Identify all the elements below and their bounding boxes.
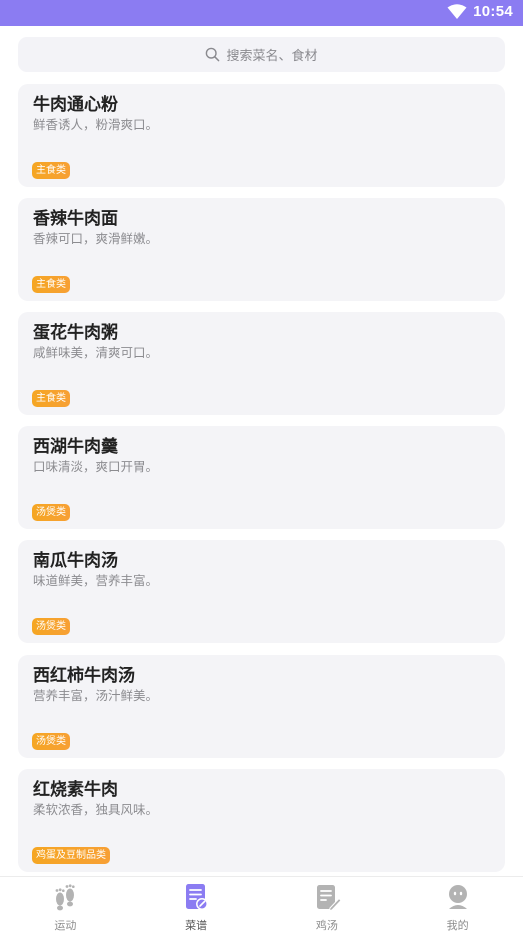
footprints-icon — [50, 882, 80, 912]
recipe-title: 牛肉通心粉 — [33, 95, 118, 115]
recipe-category-badge: 汤煲类 — [32, 733, 70, 750]
recipe-description: 鲜香诱人，粉滑爽口。 — [33, 117, 159, 132]
tab-label: 菜谱 — [185, 919, 208, 932]
recipe-category-badge: 汤煲类 — [32, 504, 70, 521]
recipe-book-icon — [181, 882, 211, 912]
recipe-card[interactable]: 香辣牛肉面 香辣可口，爽滑鲜嫩。 主食类 — [18, 198, 505, 301]
recipe-description: 咸鲜味美，清爽可口。 — [33, 345, 159, 360]
recipe-description: 香辣可口，爽滑鲜嫩。 — [33, 231, 159, 246]
recipe-card[interactable]: 西湖牛肉羹 口味清淡，爽口开胃。 汤煲类 — [18, 426, 505, 529]
status-time: 10:54 — [473, 3, 513, 20]
search-input[interactable]: 搜索菜名、食材 — [18, 37, 505, 72]
tab-exercise[interactable]: 运动 — [0, 877, 131, 932]
recipe-card[interactable]: 南瓜牛肉汤 味道鲜美，营养丰富。 汤煲类 — [18, 540, 505, 643]
recipe-card[interactable]: 红烧素牛肉 柔软浓香，独具风味。 鸡蛋及豆制品类 — [18, 769, 505, 872]
recipe-title: 红烧素牛肉 — [33, 780, 118, 800]
tab-label: 运动 — [54, 919, 77, 932]
bottom-tab-bar: 运动 菜谱 鸡汤 我的 — [0, 876, 523, 932]
search-placeholder: 搜索菜名、食材 — [226, 49, 318, 64]
recipe-title: 西湖牛肉羹 — [33, 437, 118, 457]
recipe-category-badge: 汤煲类 — [32, 618, 70, 635]
recipe-category-badge: 主食类 — [32, 276, 70, 293]
recipe-description: 味道鲜美，营养丰富。 — [33, 573, 159, 588]
recipe-title: 西红柿牛肉汤 — [33, 666, 135, 686]
status-icons: 10:54 — [447, 3, 513, 20]
status-bar: 10:54 — [0, 0, 523, 26]
recipe-card[interactable]: 西红柿牛肉汤 营养丰富，汤汁鲜美。 汤煲类 — [18, 655, 505, 758]
article-edit-icon — [312, 882, 342, 912]
recipe-card[interactable]: 蛋花牛肉粥 咸鲜味美，清爽可口。 主食类 — [18, 312, 505, 415]
tab-articles[interactable]: 鸡汤 — [262, 877, 393, 932]
recipe-title: 香辣牛肉面 — [33, 209, 118, 229]
recipe-card[interactable]: 牛肉通心粉 鲜香诱人，粉滑爽口。 主食类 — [18, 84, 505, 187]
tab-profile[interactable]: 我的 — [392, 877, 523, 932]
tab-recipes[interactable]: 菜谱 — [131, 877, 262, 932]
recipe-title: 蛋花牛肉粥 — [33, 323, 118, 343]
recipe-description: 营养丰富，汤汁鲜美。 — [33, 688, 159, 703]
recipe-description: 口味清淡，爽口开胃。 — [33, 459, 159, 474]
profile-icon — [443, 882, 473, 912]
tab-label: 鸡汤 — [315, 919, 338, 932]
recipe-description: 柔软浓香，独具风味。 — [33, 802, 159, 817]
recipe-title: 南瓜牛肉汤 — [33, 551, 118, 571]
recipe-category-badge: 主食类 — [32, 162, 70, 179]
search-icon — [206, 47, 220, 62]
recipe-category-badge: 主食类 — [32, 390, 70, 407]
tab-label: 我的 — [446, 919, 469, 932]
recipe-category-badge: 鸡蛋及豆制品类 — [32, 847, 110, 864]
wifi-icon — [447, 3, 467, 19]
